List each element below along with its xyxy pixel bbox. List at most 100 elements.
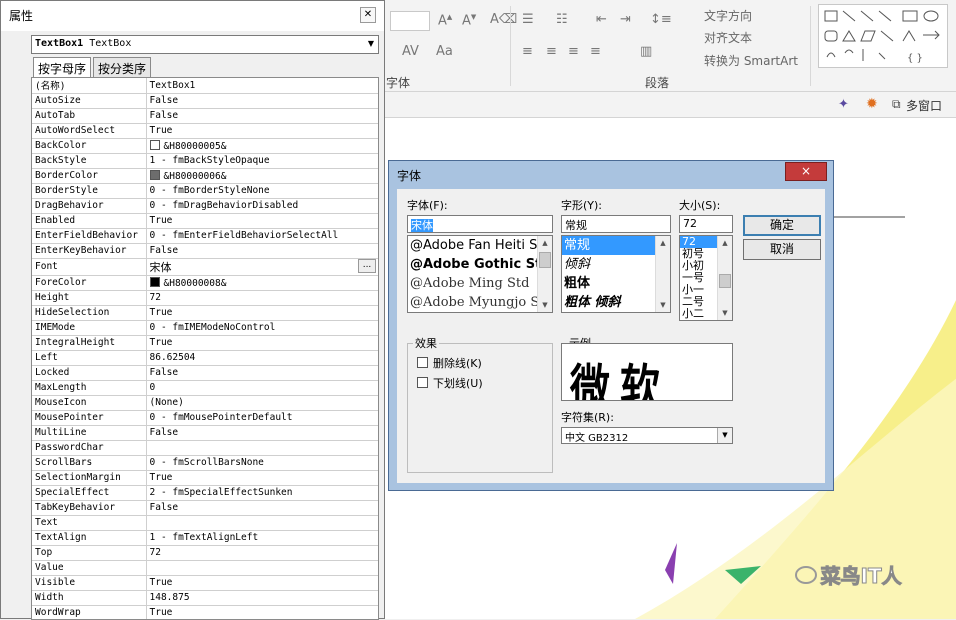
- property-row[interactable]: SpecialEffect 2 - fmSpecialEffectSunken: [32, 485, 378, 501]
- property-row[interactable]: AutoWordSelect True: [32, 123, 378, 139]
- property-value[interactable]: False: [146, 365, 378, 381]
- font-name-input[interactable]: 宋体: [407, 215, 553, 233]
- numbering-icon[interactable]: ☷: [556, 12, 568, 27]
- chevron-down-icon[interactable]: ▼: [368, 39, 374, 48]
- list-item[interactable]: 倾斜: [562, 255, 670, 274]
- property-row[interactable]: AutoTab False: [32, 108, 378, 124]
- property-value[interactable]: 72: [146, 545, 378, 561]
- property-row[interactable]: Value: [32, 560, 378, 576]
- line-spacing-icon[interactable]: ↕≡: [650, 12, 672, 27]
- property-row[interactable]: AutoSize False: [32, 93, 378, 109]
- underline-checkbox[interactable]: [417, 377, 428, 388]
- property-value[interactable]: True: [146, 470, 378, 486]
- list-item[interactable]: 常规: [562, 236, 670, 255]
- scrollbar[interactable]: ▲ ▼: [655, 236, 670, 312]
- property-row[interactable]: MousePointer 0 - fmMousePointerDefault: [32, 410, 378, 426]
- change-case-icon[interactable]: Aa: [436, 44, 453, 59]
- property-value[interactable]: False: [146, 108, 378, 124]
- property-value[interactable]: TextBox1: [146, 78, 378, 94]
- bullets-icon[interactable]: ☰: [522, 12, 534, 27]
- property-row[interactable]: TabKeyBehavior False: [32, 500, 378, 516]
- property-row[interactable]: Top 72: [32, 545, 378, 561]
- close-button[interactable]: ×: [785, 162, 827, 181]
- property-row[interactable]: TextAlign 1 - fmTextAlignLeft: [32, 530, 378, 546]
- close-icon[interactable]: ✕: [360, 7, 376, 23]
- property-value[interactable]: 72: [146, 290, 378, 306]
- char-spacing-icon[interactable]: AV: [402, 44, 419, 59]
- property-value[interactable]: 2 - fmSpecialEffectSunken: [146, 485, 378, 501]
- property-row[interactable]: MaxLength 0: [32, 380, 378, 396]
- cancel-button[interactable]: 取消: [743, 239, 821, 260]
- property-value[interactable]: 0 - fmEnterFieldBehaviorSelectAll: [146, 228, 378, 244]
- property-value[interactable]: False: [146, 93, 378, 109]
- property-row[interactable]: Locked False: [32, 365, 378, 381]
- property-value[interactable]: False: [146, 425, 378, 441]
- property-value[interactable]: False: [146, 243, 378, 259]
- scrollbar[interactable]: ▲ ▼: [717, 236, 732, 320]
- underline-label[interactable]: 下划线(U): [433, 375, 483, 391]
- property-value[interactable]: [146, 440, 378, 456]
- ellipsis-button[interactable]: ...: [358, 258, 376, 273]
- property-value[interactable]: (None): [146, 395, 378, 411]
- tab-alphabetic[interactable]: 按字母序: [33, 57, 92, 78]
- multiwindow-icon[interactable]: ⧉: [892, 97, 901, 112]
- clear-format-icon[interactable]: A⌫: [490, 12, 517, 27]
- font-name-list[interactable]: @Adobe Fan Heiti Std @Adobe Gothic Std @…: [407, 235, 553, 313]
- property-row[interactable]: BackStyle 1 - fmBackStyleOpaque: [32, 153, 378, 169]
- property-value[interactable]: 0 - fmBorderStyleNone: [146, 183, 378, 199]
- property-row[interactable]: HideSelection True: [32, 305, 378, 321]
- property-row[interactable]: BorderStyle 0 - fmBorderStyleNone: [32, 183, 378, 199]
- align-left-icon[interactable]: ≡: [522, 44, 533, 59]
- property-value[interactable]: True: [146, 575, 378, 591]
- property-row[interactable]: BackColor &H80000005&: [32, 138, 378, 154]
- chevron-down-icon[interactable]: ▼: [717, 428, 732, 443]
- property-row[interactable]: DragBehavior 0 - fmDragBehaviorDisabled: [32, 198, 378, 214]
- multiwindow-label[interactable]: 多窗口: [906, 97, 942, 114]
- strikeout-checkbox[interactable]: [417, 357, 428, 368]
- list-item[interactable]: 粗体 倾斜: [562, 293, 670, 312]
- property-value[interactable]: [146, 560, 378, 576]
- property-row[interactable]: IntegralHeight True: [32, 335, 378, 351]
- property-row[interactable]: Font 宋体...: [32, 258, 378, 276]
- property-value[interactable]: 86.62504: [146, 350, 378, 366]
- list-item[interactable]: @Adobe Myungjo Std: [408, 293, 552, 312]
- property-row[interactable]: WordWrap True: [32, 605, 378, 619]
- property-row[interactable]: MultiLine False: [32, 425, 378, 441]
- property-value[interactable]: 宋体...: [146, 258, 378, 276]
- properties-titlebar[interactable]: 属性 ✕: [1, 1, 384, 31]
- list-item[interactable]: @Adobe Gothic Std: [408, 255, 552, 274]
- object-selector[interactable]: TextBox1 TextBox ▼: [31, 35, 379, 54]
- property-value[interactable]: 1 - fmTextAlignLeft: [146, 530, 378, 546]
- shrink-font-icon[interactable]: A▼: [462, 13, 476, 28]
- property-value[interactable]: True: [146, 335, 378, 351]
- strikeout-label[interactable]: 删除线(K): [433, 355, 482, 371]
- font-style-list[interactable]: 常规 倾斜 粗体 粗体 倾斜 ▲ ▼: [561, 235, 671, 313]
- property-row[interactable]: ForeColor &H80000008&: [32, 275, 378, 291]
- property-row[interactable]: Height 72: [32, 290, 378, 306]
- property-value[interactable]: 0 - fmScrollBarsNone: [146, 455, 378, 471]
- decrease-indent-icon[interactable]: ⇤: [596, 12, 607, 27]
- property-row[interactable]: Width 148.875: [32, 590, 378, 606]
- convert-smartart-button[interactable]: 转换为 SmartArt: [704, 52, 798, 69]
- list-item[interactable]: @Adobe Ming Std: [408, 274, 552, 293]
- property-value[interactable]: True: [146, 213, 378, 229]
- property-value[interactable]: &H80000006&: [146, 168, 378, 184]
- property-value[interactable]: [146, 515, 378, 531]
- tab-categorized[interactable]: 按分类序: [93, 57, 152, 77]
- font-style-input[interactable]: 常规: [561, 215, 671, 233]
- property-value[interactable]: True: [146, 305, 378, 321]
- scrollbar[interactable]: ▲ ▼: [537, 236, 552, 312]
- property-row[interactable]: IMEMode 0 - fmIMEModeNoControl: [32, 320, 378, 336]
- property-value[interactable]: False: [146, 500, 378, 516]
- font-size-combo[interactable]: [390, 11, 430, 31]
- property-value[interactable]: &H80000008&: [146, 275, 378, 291]
- property-row[interactable]: SelectionMargin True: [32, 470, 378, 486]
- list-item[interactable]: @Adobe Fan Heiti Std: [408, 236, 552, 255]
- property-row[interactable]: PasswordChar: [32, 440, 378, 456]
- property-value[interactable]: True: [146, 605, 378, 619]
- property-row[interactable]: EnterFieldBehavior 0 - fmEnterFieldBehavi…: [32, 228, 378, 244]
- property-row[interactable]: MouseIcon (None): [32, 395, 378, 411]
- grow-font-icon[interactable]: A▲: [438, 13, 452, 28]
- pin-icon[interactable]: ✦: [838, 97, 849, 112]
- property-value[interactable]: 0 - fmDragBehaviorDisabled: [146, 198, 378, 214]
